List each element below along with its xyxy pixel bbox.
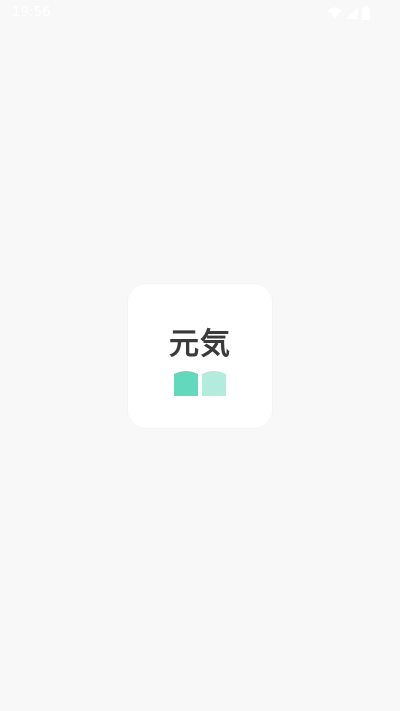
status-time: 19:56 — [12, 5, 51, 20]
status-bar: 19:56 — [0, 0, 400, 28]
cellular-signal-icon — [346, 7, 358, 19]
status-icons — [328, 6, 370, 20]
open-book-icon — [172, 370, 228, 400]
wifi-icon — [328, 7, 342, 19]
app-logo-text: 元気 — [169, 327, 231, 362]
battery-icon — [362, 6, 370, 20]
splash-logo-card: 元気 — [128, 284, 272, 428]
